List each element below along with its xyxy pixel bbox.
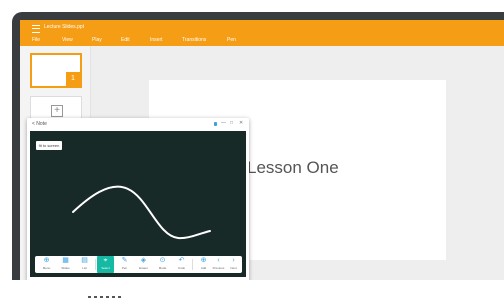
- vent-slot: [100, 296, 103, 298]
- title-bar: Lecture Slides.ppt File View Play Edit I…: [20, 20, 504, 46]
- menu-view[interactable]: View: [62, 37, 73, 43]
- vent-slot: [88, 296, 91, 298]
- vent-slot: [94, 296, 97, 298]
- hamburger-icon[interactable]: [32, 25, 40, 33]
- menu-play[interactable]: Play: [92, 37, 102, 43]
- select-icon: ⌖: [103, 257, 108, 264]
- file-title: Lecture Slides.ppt: [44, 24, 85, 30]
- toolbar-divider: [192, 259, 193, 270]
- vent-slot: [118, 296, 121, 298]
- mode-icon: ⊙: [159, 257, 166, 264]
- undo-tool-button[interactable]: ↶ Undo: [173, 256, 190, 273]
- vent-slot: [106, 296, 109, 298]
- menu-insert[interactable]: Insert: [150, 37, 163, 43]
- pen-tool-button[interactable]: ✎ Pen: [116, 256, 133, 273]
- annotation-toolbar: ⊕ Menu ▦ Slides ▤ List ⌖ Select ✎ Pen ◈: [35, 256, 242, 273]
- slide-thumbnail[interactable]: 1: [30, 53, 82, 88]
- toolbar-divider: [95, 259, 96, 270]
- menu-transitions[interactable]: Transitions: [182, 37, 206, 43]
- list-tool-button[interactable]: ▤ List: [76, 256, 93, 273]
- menu-edit[interactable]: Edit: [121, 37, 130, 43]
- close-button[interactable]: ✕: [239, 120, 243, 126]
- slide-number-badge: 1: [66, 72, 80, 86]
- list-icon: ▤: [81, 257, 88, 264]
- monitor-bottom-edge: [0, 280, 504, 300]
- plus-icon: +: [51, 105, 63, 117]
- slides-icon: ▦: [62, 257, 69, 264]
- select-tool-button[interactable]: ⌖ Select: [97, 256, 114, 273]
- menu-bar: File View Play Edit Insert Transitions P…: [20, 35, 504, 45]
- pen-icon: ✎: [121, 257, 128, 264]
- slides-tool-button[interactable]: ▦ Slides: [57, 256, 74, 273]
- menu-file[interactable]: File: [32, 37, 40, 43]
- annotation-canvas[interactable]: fit to screen ⊕ Menu ▦ Slides ▤ List ⌖ S…: [30, 131, 246, 277]
- annotation-header: < Note — □ ✕: [27, 118, 249, 130]
- maximize-button[interactable]: □: [230, 120, 233, 126]
- menu-icon: ⊕: [43, 257, 50, 264]
- pin-icon[interactable]: [214, 122, 217, 126]
- chevron-right-icon: ›: [232, 257, 235, 264]
- undo-icon: ↶: [178, 257, 185, 264]
- menu-pen[interactable]: Pen: [227, 37, 236, 43]
- minimize-button[interactable]: —: [221, 120, 226, 126]
- mode-tool-button[interactable]: ⊙ Mode: [154, 256, 171, 273]
- back-button[interactable]: < Note: [32, 121, 47, 127]
- vent-slot: [112, 296, 115, 298]
- annotation-window: < Note — □ ✕ fit to screen ⊕ Menu ▦ Slid…: [27, 118, 249, 282]
- menu-tool-button[interactable]: ⊕ Menu: [38, 256, 55, 273]
- slide-title: Lesson One: [247, 158, 339, 177]
- next-button[interactable]: › Next: [225, 256, 242, 273]
- eraser-icon: ◈: [140, 257, 147, 264]
- eraser-tool-button[interactable]: ◈ Eraser: [135, 256, 152, 273]
